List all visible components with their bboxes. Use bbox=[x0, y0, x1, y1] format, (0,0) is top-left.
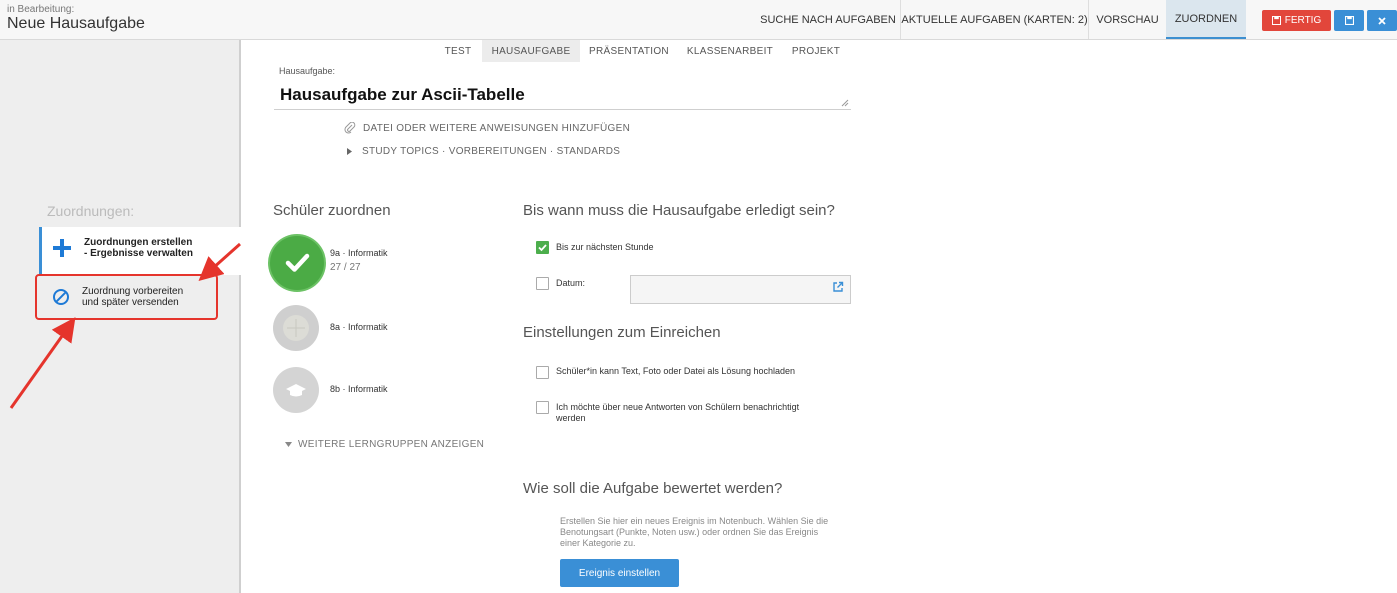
study-topics-label: STUDY TOPICS · VORBEREITUNGEN · STANDARD… bbox=[362, 146, 621, 157]
group-avatar-9a[interactable] bbox=[270, 236, 324, 290]
group-avatar-8a[interactable] bbox=[273, 305, 319, 351]
status-label: in Bearbeitung: bbox=[7, 4, 75, 15]
save-icon bbox=[1271, 16, 1281, 25]
group-name[interactable]: 9a · Informatik bbox=[330, 248, 388, 258]
nav-current-tasks[interactable]: AKTUELLE AUFGABEN (KARTEN: 2) bbox=[901, 0, 1088, 39]
group-avatar-8b[interactable] bbox=[273, 367, 319, 413]
more-groups-label: WEITERE LERNGRUPPEN ANZEIGEN bbox=[298, 439, 485, 450]
graduation-cap-icon bbox=[286, 384, 306, 397]
date-input[interactable] bbox=[630, 275, 851, 304]
tab-homework[interactable]: HAUSAUFGABE bbox=[482, 40, 580, 62]
tab-presentation[interactable]: PRÄSENTATION bbox=[580, 40, 678, 62]
notify-label: Ich möchte über neue Antworten von Schül… bbox=[556, 402, 800, 423]
upload-solution-label: Schüler*in kann Text, Foto oder Datei al… bbox=[556, 366, 795, 376]
group-name[interactable]: 8a · Informatik bbox=[330, 322, 388, 332]
annotation-highlight-box bbox=[35, 274, 218, 320]
external-link-icon[interactable] bbox=[832, 281, 844, 293]
groups-heading: Schüler zuordnen bbox=[273, 202, 391, 219]
nav-assign[interactable]: ZUORDNEN bbox=[1166, 0, 1246, 39]
submission-heading: Einstellungen zum Einreichen bbox=[523, 324, 721, 341]
grading-description: Erstellen Sie hier ein neues Ereignis im… bbox=[560, 516, 829, 548]
upload-solution-checkbox[interactable] bbox=[536, 366, 549, 379]
next-lesson-checkbox[interactable] bbox=[536, 241, 549, 254]
nav-search-tasks[interactable]: SUCHE NACH AUFGABEN bbox=[756, 0, 900, 39]
due-heading: Bis wann muss die Hausaufgabe erledigt s… bbox=[523, 202, 835, 219]
next-lesson-label: Bis zur nächsten Stunde bbox=[556, 242, 654, 252]
tab-project[interactable]: PROJEKT bbox=[782, 40, 850, 62]
page-title: Neue Hausaufgabe bbox=[7, 15, 145, 32]
attach-link[interactable]: DATEI ODER WEITERE ANWEISUNGEN HINZUFÜGE… bbox=[344, 122, 630, 134]
tab-test[interactable]: TEST bbox=[434, 40, 482, 62]
sidebar-item-label: Zuordnungen erstellen - Ergebnisse verwal… bbox=[84, 237, 193, 259]
group-name[interactable]: 8b · Informatik bbox=[330, 384, 388, 394]
more-groups-link[interactable]: WEITERE LERNGRUPPEN ANZEIGEN bbox=[285, 439, 484, 450]
notify-checkbox[interactable] bbox=[536, 401, 549, 414]
resize-handle-icon[interactable] bbox=[841, 99, 849, 107]
done-button-label: FERTIG bbox=[1284, 15, 1322, 26]
title-field-label: Hausaufgabe: bbox=[279, 66, 336, 76]
nav-preview[interactable]: VORSCHAU bbox=[1089, 0, 1166, 39]
paperclip-icon bbox=[344, 122, 356, 134]
group-count: 27 / 27 bbox=[330, 262, 361, 273]
check-icon bbox=[538, 244, 547, 252]
check-icon bbox=[285, 253, 310, 272]
plus-icon bbox=[52, 238, 72, 258]
tab-exam[interactable]: KLASSENARBEIT bbox=[678, 40, 782, 62]
sidebar-heading: Zuordnungen: bbox=[47, 203, 135, 219]
date-label: Datum: bbox=[556, 278, 586, 288]
save-icon bbox=[1344, 16, 1354, 25]
title-input[interactable]: Hausaufgabe zur Ascii-Tabelle bbox=[274, 77, 851, 110]
grading-heading: Wie soll die Aufgabe bewertet werden? bbox=[523, 480, 783, 497]
save-button[interactable] bbox=[1334, 10, 1364, 31]
attach-link-label: DATEI ODER WEITERE ANWEISUNGEN HINZUFÜGE… bbox=[363, 122, 631, 134]
caret-right-icon bbox=[347, 148, 352, 155]
top-bar: in Bearbeitung: Neue Hausaufgabe SUCHE N… bbox=[0, 0, 1397, 40]
study-topics-toggle[interactable]: STUDY TOPICS · VORBEREITUNGEN · STANDARD… bbox=[347, 146, 620, 157]
date-checkbox[interactable] bbox=[536, 277, 549, 290]
pattern-icon bbox=[283, 315, 309, 341]
title-input-value: Hausaufgabe zur Ascii-Tabelle bbox=[280, 85, 525, 104]
create-event-button[interactable]: Ereignis einstellen bbox=[560, 559, 679, 587]
caret-down-icon bbox=[285, 442, 292, 447]
close-button[interactable] bbox=[1367, 10, 1397, 31]
done-button[interactable]: FERTIG bbox=[1262, 10, 1331, 31]
close-icon bbox=[1378, 16, 1386, 25]
sidebar-item-create[interactable]: Zuordnungen erstellen - Ergebnisse verwal… bbox=[52, 237, 212, 259]
